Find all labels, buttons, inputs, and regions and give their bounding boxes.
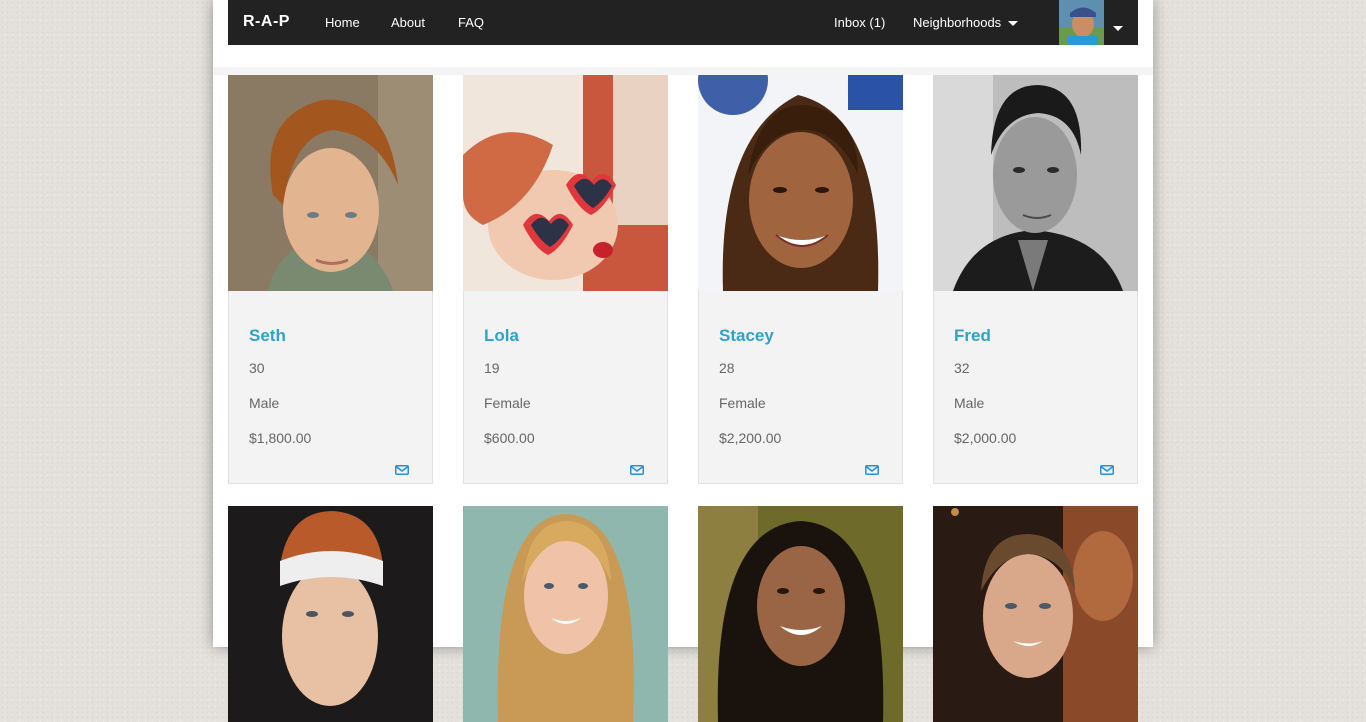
- envelope-icon[interactable]: [865, 465, 879, 475]
- nav-neighborhoods-label: Neighborhoods: [913, 15, 1002, 30]
- profile-price: $2,200.00: [719, 430, 782, 446]
- nav-faq[interactable]: FAQ: [458, 15, 484, 30]
- profile-age: 19: [484, 360, 500, 376]
- profile-card: Seth 30 Male $1,800.00: [228, 75, 433, 484]
- profile-photo[interactable]: [228, 75, 433, 291]
- profile-photo[interactable]: [463, 506, 668, 722]
- caret-down-icon: [1008, 21, 1019, 27]
- profile-age: 28: [719, 360, 735, 376]
- profile-gender: Male: [954, 395, 985, 411]
- profile-photo[interactable]: [463, 75, 668, 291]
- envelope-icon[interactable]: [395, 465, 409, 475]
- envelope-icon[interactable]: [1100, 465, 1114, 475]
- profile-name[interactable]: Seth: [249, 326, 286, 346]
- profile-gender: Female: [484, 395, 531, 411]
- profile-gender: Male: [249, 395, 280, 411]
- nav-about[interactable]: About: [391, 15, 425, 30]
- profile-photo[interactable]: [228, 506, 433, 722]
- profile-price: $1,800.00: [249, 430, 312, 446]
- profile-age: 30: [249, 360, 265, 376]
- user-avatar[interactable]: [1059, 0, 1104, 45]
- profile-card: [933, 506, 1138, 722]
- top-navbar: R-A-P Home About FAQ Inbox (1) Neighborh…: [228, 0, 1138, 45]
- profile-age: 32: [954, 360, 970, 376]
- profile-price: $600.00: [484, 430, 535, 446]
- nav-inbox[interactable]: Inbox (1): [834, 15, 885, 30]
- subheader-strip: [213, 67, 1153, 75]
- profile-photo[interactable]: [933, 75, 1138, 291]
- profile-photo[interactable]: [698, 75, 903, 291]
- profile-card: Lola 19 Female $600.00: [463, 75, 668, 484]
- profile-card: [698, 506, 903, 722]
- caret-down-icon: [1113, 26, 1123, 32]
- profile-card: [463, 506, 668, 722]
- user-menu-toggle[interactable]: [1113, 20, 1123, 38]
- profile-price: $2,000.00: [954, 430, 1017, 446]
- profile-name[interactable]: Lola: [484, 326, 519, 346]
- profile-photo[interactable]: [933, 506, 1138, 722]
- profile-card: Stacey 28 Female $2,200.00: [698, 75, 903, 484]
- profile-photo[interactable]: [698, 506, 903, 722]
- profile-card: Fred 32 Male $2,000.00: [933, 75, 1138, 484]
- envelope-icon[interactable]: [630, 465, 644, 475]
- profile-name[interactable]: Stacey: [719, 326, 774, 346]
- nav-neighborhoods-dropdown[interactable]: Neighborhoods: [913, 15, 1019, 30]
- brand-logo[interactable]: R-A-P: [243, 13, 290, 31]
- nav-home[interactable]: Home: [325, 15, 360, 30]
- profile-card: [228, 506, 433, 722]
- profile-name[interactable]: Fred: [954, 326, 991, 346]
- profile-gender: Female: [719, 395, 766, 411]
